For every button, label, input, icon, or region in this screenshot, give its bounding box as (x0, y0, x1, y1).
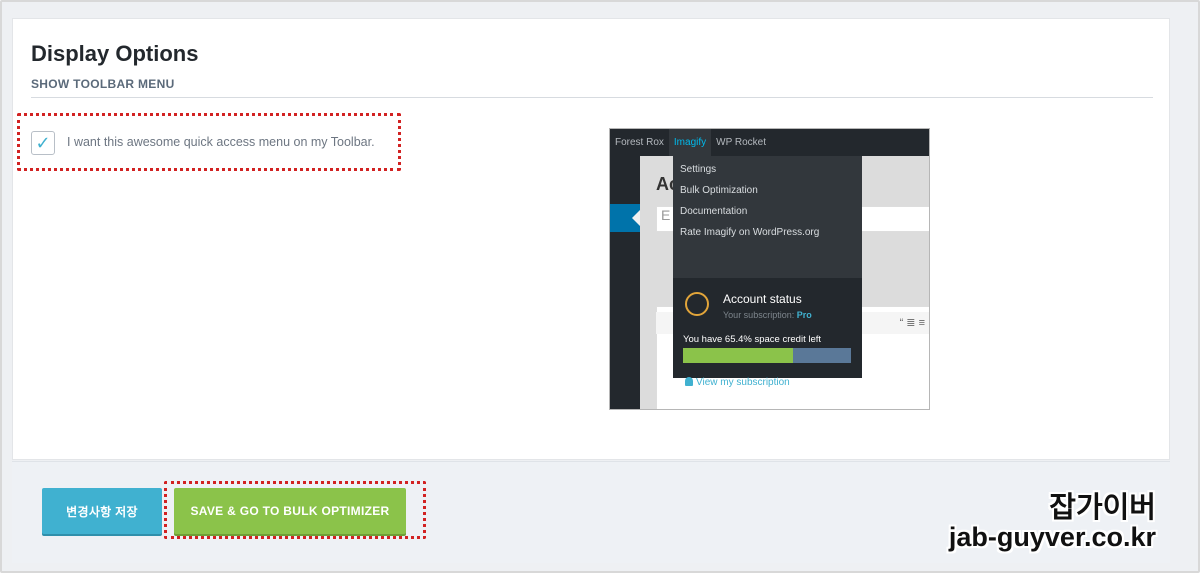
preview-account-status: Account status Your subscription: Pro Yo… (673, 278, 862, 388)
preview-menu-item: Documentation (680, 206, 748, 217)
view-subscription-link: View my subscription (685, 377, 790, 388)
checkmark-icon: ✓ (35, 133, 51, 153)
preview-imagify-dropdown: Settings Bulk Optimization Documentation… (673, 156, 862, 388)
subscription-plan: Pro (796, 310, 812, 320)
sun-icon (685, 292, 709, 316)
toolbar-menu-checkbox[interactable]: ✓ (31, 131, 55, 155)
preview-adminbar-item-imagify: Imagify (668, 129, 712, 156)
checkbox-label[interactable]: I want this awesome quick access menu on… (67, 135, 375, 149)
preview-menu-item: Rate Imagify on WordPress.org (680, 227, 820, 238)
save-changes-button[interactable]: 변경사항 저장 (42, 488, 162, 534)
divider (31, 97, 1153, 98)
section-heading: SHOW TOOLBAR MENU (31, 77, 175, 91)
display-options-panel: Display Options SHOW TOOLBAR MENU ✓ I wa… (12, 18, 1170, 460)
credit-progress-bar (683, 348, 851, 363)
preview-menu-item: Bulk Optimization (680, 185, 758, 196)
credit-progress-fill (683, 348, 793, 363)
watermark-url: jab-guyver.co.kr (948, 522, 1156, 552)
user-icon (685, 377, 693, 386)
preview-menu-item: Settings (680, 164, 717, 175)
preview-adminbar-item: Forest Rox (615, 137, 664, 148)
preview-adminbar-item: WP Rocket (716, 137, 766, 148)
preview-admin-sidebar (610, 156, 640, 409)
toolbar-preview-image: Ac E “ ≣ ≡ Forest Rox Imagify WP Rocket … (609, 128, 930, 410)
window-frame: Display Options SHOW TOOLBAR MENU ✓ I wa… (0, 0, 1200, 573)
highlight-box-button (164, 481, 426, 539)
credit-text: You have 65.4% space credit left (683, 334, 822, 345)
subscription-line: Your subscription: Pro (723, 310, 812, 320)
preview-admin-bar: Forest Rox Imagify WP Rocket (610, 129, 929, 156)
page-title: Display Options (31, 41, 199, 66)
watermark-name: 잡가이버 (1049, 492, 1156, 524)
account-status-title: Account status (723, 292, 802, 306)
preview-sidebar-arrow-icon (632, 210, 640, 226)
